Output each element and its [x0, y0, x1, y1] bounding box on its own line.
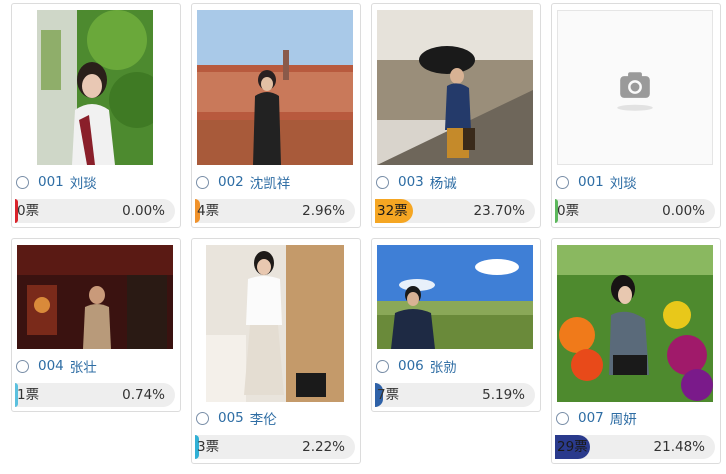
vote-radio[interactable]	[376, 359, 389, 373]
vote-percent: 5.19%	[482, 387, 525, 403]
candidate-name: 张勍	[429, 360, 457, 376]
vote-option[interactable]: 005 李伦	[196, 408, 277, 428]
candidate-photo[interactable]	[197, 10, 353, 165]
vote-radio[interactable]	[556, 411, 569, 425]
candidate-number: 001	[38, 174, 64, 190]
candidate-card: 004 张壮 1票 0.74%	[11, 238, 181, 412]
candidate-photo[interactable]	[37, 10, 153, 165]
candidate-name: 刘琰	[69, 176, 97, 192]
vote-percent: 21.48%	[653, 439, 705, 455]
vote-option[interactable]: 007 周妍	[556, 408, 637, 428]
candidate-number: 004	[38, 358, 64, 374]
vote-count: 29票	[557, 439, 588, 455]
vote-percent: 2.22%	[302, 439, 345, 455]
vote-percent: 0.00%	[662, 203, 705, 219]
vote-percent: 0.74%	[122, 387, 165, 403]
candidate-photo[interactable]	[377, 245, 533, 349]
candidate-name: 张壮	[69, 360, 97, 376]
vote-percent: 2.96%	[302, 203, 345, 219]
candidate-number: 002	[218, 174, 244, 190]
vote-percent: 0.00%	[122, 203, 165, 219]
candidate-photo[interactable]	[206, 245, 344, 402]
vote-count: 3票	[197, 439, 220, 455]
vote-option[interactable]: 002 沈凯祥	[196, 172, 290, 192]
vote-bar: 32票 23.70%	[375, 199, 535, 223]
candidate-name: 沈凯祥	[249, 176, 291, 192]
vote-bar: 7票 5.19%	[375, 383, 535, 407]
candidate-name: 刘琰	[609, 176, 637, 192]
candidate-photo[interactable]	[377, 10, 533, 165]
candidate-number: 005	[218, 410, 244, 426]
vote-bar: 0票 0.00%	[555, 199, 715, 223]
camera-icon	[558, 11, 712, 164]
candidate-photo[interactable]	[17, 245, 173, 349]
candidate-card: 001 刘琰 0票 0.00%	[551, 3, 721, 228]
candidate-number: 003	[398, 174, 424, 190]
candidate-card: 003 杨诚 32票 23.70%	[371, 3, 541, 228]
vote-count: 7票	[377, 387, 400, 403]
candidate-name: 杨诚	[429, 176, 457, 192]
candidate-name: 周妍	[609, 412, 637, 428]
vote-percent: 23.70%	[473, 203, 525, 219]
vote-radio[interactable]	[16, 175, 29, 189]
vote-bar: 3票 2.22%	[195, 435, 355, 459]
vote-count: 0票	[557, 203, 580, 219]
candidate-photo[interactable]	[557, 10, 713, 165]
vote-option[interactable]: 006 张勍	[376, 356, 457, 376]
vote-bar: 4票 2.96%	[195, 199, 355, 223]
vote-bar: 1票 0.74%	[15, 383, 175, 407]
vote-option[interactable]: 004 张壮	[16, 356, 97, 376]
vote-radio[interactable]	[16, 359, 29, 373]
vote-option[interactable]: 001 刘琰	[16, 172, 97, 192]
vote-bar: 0票 0.00%	[15, 199, 175, 223]
candidate-number: 006	[398, 358, 424, 374]
candidate-number: 007	[578, 410, 604, 426]
vote-radio[interactable]	[556, 175, 569, 189]
vote-count: 0票	[17, 203, 40, 219]
candidate-card: 005 李伦 3票 2.22%	[191, 238, 361, 464]
candidate-name: 李伦	[249, 412, 277, 428]
vote-option[interactable]: 001 刘琰	[556, 172, 637, 192]
vote-option[interactable]: 003 杨诚	[376, 172, 457, 192]
vote-count: 32票	[377, 203, 408, 219]
candidate-card: 002 沈凯祥 4票 2.96%	[191, 3, 361, 228]
candidate-card: 001 刘琰 0票 0.00%	[11, 3, 181, 228]
vote-radio[interactable]	[196, 175, 209, 189]
vote-radio[interactable]	[196, 411, 209, 425]
candidate-photo[interactable]	[557, 245, 713, 402]
vote-radio[interactable]	[376, 175, 389, 189]
candidate-number: 001	[578, 174, 604, 190]
vote-count: 1票	[17, 387, 40, 403]
vote-count: 4票	[197, 203, 220, 219]
candidate-card: 007 周妍 29票 21.48%	[551, 238, 721, 464]
candidate-card: 006 张勍 7票 5.19%	[371, 238, 541, 412]
vote-bar: 29票 21.48%	[555, 435, 715, 459]
